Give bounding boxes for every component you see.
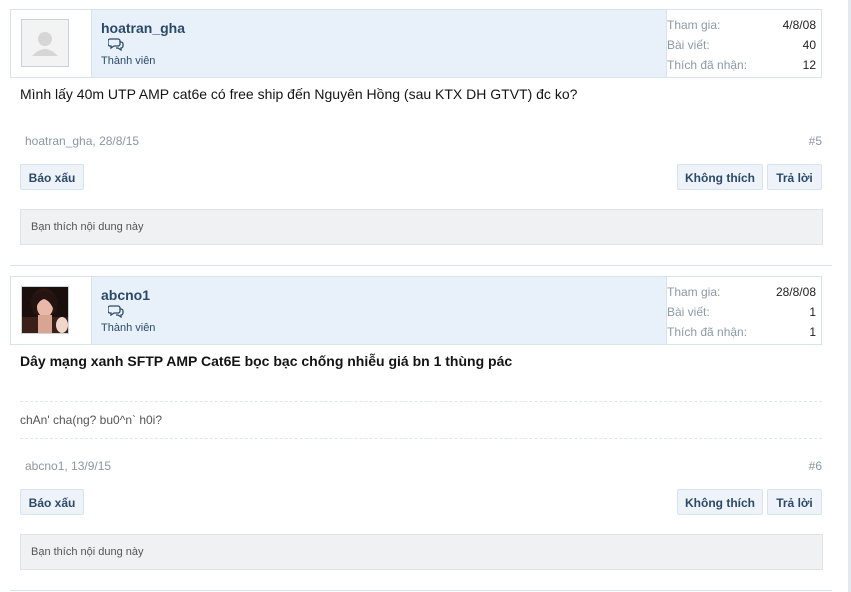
stat-label: Bài viết:	[667, 38, 710, 52]
user-title: Thành viên	[101, 322, 156, 334]
username-link[interactable]: abcno1	[101, 287, 150, 303]
stat-value: 12	[802, 58, 816, 72]
stat-join: Tham gia: 4/8/08	[667, 18, 822, 36]
post-permalink[interactable]: #6	[809, 459, 822, 473]
post-meta[interactable]: abcno1, 13/9/15	[25, 459, 111, 473]
avatar-box	[11, 277, 91, 344]
avatar[interactable]	[21, 19, 69, 67]
thread-page: hoatran_gha Thành viên Tham gia: 4/8/08 …	[0, 0, 851, 592]
username-link[interactable]: hoatran_gha	[101, 20, 185, 36]
reply-button[interactable]: Trả lời	[767, 489, 822, 515]
message-body: Mình lấy 40m UTP AMP cat6e có free ship …	[20, 86, 578, 102]
reply-button[interactable]: Trả lời	[767, 164, 822, 190]
message-body: Dây mạng xanh SFTP AMP Cat6E bọc bạc chố…	[20, 353, 513, 369]
user-stats: Tham gia: 28/8/08 Bài viết: 1 Thích đã n…	[666, 277, 821, 344]
stat-value: 28/8/08	[775, 285, 816, 299]
user-info: abcno1 Thành viên	[91, 277, 666, 344]
likes-summary: Bạn thích nội dung này	[20, 534, 823, 570]
post-permalink[interactable]: #5	[809, 134, 822, 148]
post-divider	[10, 590, 832, 591]
unlike-button[interactable]: Không thích	[677, 164, 763, 190]
avatar[interactable]	[21, 286, 69, 334]
signature-divider	[20, 401, 822, 402]
likes-summary: Bạn thích nội dung này	[20, 209, 823, 245]
stat-label: Tham gia:	[667, 18, 721, 32]
stat-label: Tham gia:	[667, 285, 721, 299]
post-divider	[10, 265, 832, 266]
stat-value[interactable]: 1	[809, 305, 816, 319]
stat-label: Thích đã nhận:	[667, 58, 748, 72]
stat-posts: Bài viết: 40	[667, 38, 822, 56]
post-meta[interactable]: hoatran_gha, 28/8/15	[25, 134, 139, 148]
user-stats: Tham gia: 4/8/08 Bài viết: 40 Thích đã n…	[666, 10, 821, 77]
conversation-icon[interactable]	[108, 304, 124, 318]
post-userbar: hoatran_gha Thành viên Tham gia: 4/8/08 …	[10, 9, 822, 78]
stat-likes: Thích đã nhận: 1	[667, 325, 822, 343]
stat-join: Tham gia: 28/8/08	[667, 285, 822, 303]
signature: chAn' cha(ng? bu0^n` h0i?	[20, 413, 163, 427]
stat-value: 1	[809, 325, 816, 339]
unlike-button[interactable]: Không thích	[677, 489, 763, 515]
user-photo-icon	[22, 287, 68, 333]
default-avatar-icon	[22, 20, 68, 66]
stat-label: Bài viết:	[667, 305, 710, 319]
user-title: Thành viên	[101, 55, 156, 67]
signature-divider	[20, 438, 822, 439]
stat-value[interactable]: 40	[803, 38, 816, 52]
avatar-box	[11, 10, 91, 77]
stat-posts: Bài viết: 1	[667, 305, 822, 323]
report-button[interactable]: Báo xấu	[20, 164, 84, 190]
user-info: hoatran_gha Thành viên	[91, 10, 666, 77]
conversation-icon[interactable]	[108, 37, 124, 51]
post-userbar: abcno1 Thành viên Tham gia: 28/8/08 Bài …	[10, 276, 822, 345]
stat-label: Thích đã nhận:	[667, 325, 748, 339]
stat-value: 4/8/08	[782, 18, 816, 32]
stat-likes: Thích đã nhận: 12	[667, 58, 822, 76]
report-button[interactable]: Báo xấu	[20, 489, 84, 515]
